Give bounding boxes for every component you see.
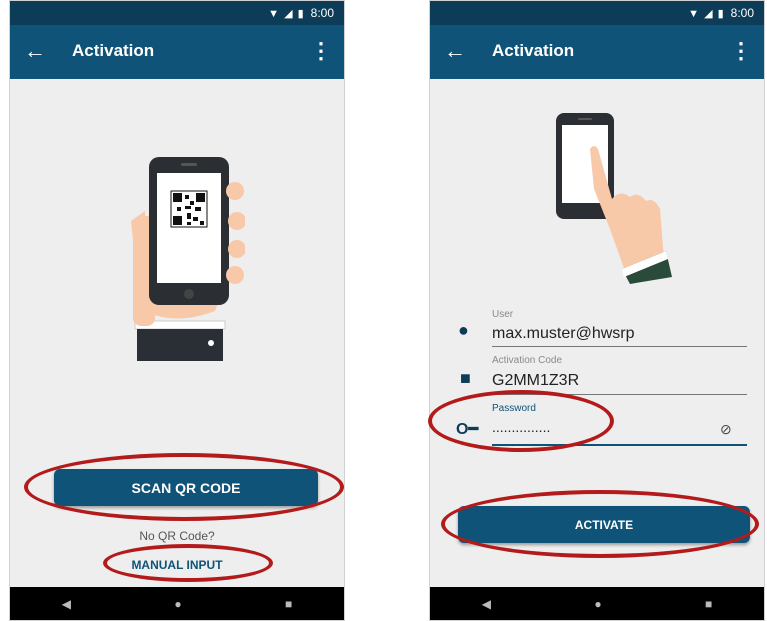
activation-code-label: Activation Code bbox=[492, 355, 563, 366]
status-bar: ▼ ◢ ▮ 8:00 bbox=[10, 1, 344, 25]
back-arrow-icon[interactable]: ← bbox=[444, 39, 466, 63]
user-underline bbox=[492, 346, 747, 347]
nav-back-icon[interactable]: ◀ bbox=[482, 597, 491, 611]
nav-recent-icon[interactable]: ■ bbox=[705, 597, 712, 611]
activation-code-field[interactable]: G2MM1Z3R bbox=[492, 372, 579, 390]
activate-button[interactable]: ACTIVATE bbox=[458, 506, 750, 543]
nav-home-icon[interactable]: ● bbox=[174, 597, 181, 611]
scan-qr-code-label: SCAN QR CODE bbox=[131, 479, 241, 496]
password-field[interactable]: ............... bbox=[492, 419, 550, 435]
page-title: Activation bbox=[72, 41, 155, 60]
scan-qr-code-button[interactable]: SCAN QR CODE bbox=[54, 469, 318, 506]
signal-icon: ▼ ◢ ▮ bbox=[268, 7, 305, 20]
phone-tap-illustration bbox=[556, 113, 672, 284]
status-bar: ▼ ◢ ▮ 8:00 bbox=[430, 1, 764, 25]
person-icon: ● bbox=[458, 320, 469, 340]
user-field[interactable]: max.muster@hwsrp bbox=[492, 325, 635, 343]
visibility-off-icon[interactable]: ⊘ bbox=[720, 421, 732, 438]
activate-label: ACTIVATE bbox=[574, 517, 634, 532]
app-bar: ← Activation ⋮ bbox=[430, 25, 764, 79]
app-bar: ← Activation ⋮ bbox=[10, 25, 344, 79]
system-nav-bar: ◀ ● ■ bbox=[10, 587, 344, 620]
password-label: Password bbox=[492, 403, 536, 414]
status-time: 8:00 bbox=[310, 6, 334, 20]
status-time: 8:00 bbox=[730, 6, 754, 20]
system-nav-bar: ◀ ● ■ bbox=[430, 587, 764, 620]
page-title: Activation bbox=[492, 41, 575, 60]
more-options-icon[interactable]: ⋮ bbox=[730, 39, 752, 63]
nav-recent-icon[interactable]: ■ bbox=[285, 597, 292, 611]
right-phone-screen: ▼ ◢ ▮ 8:00 ← Activation ⋮ ● User max.mus… bbox=[429, 0, 765, 621]
lock-icon: ■ bbox=[460, 368, 471, 388]
user-label: User bbox=[492, 309, 514, 320]
signal-icon: ▼ ◢ ▮ bbox=[688, 7, 725, 20]
no-qr-code-text: No QR Code? bbox=[139, 529, 215, 543]
phone-qr-illustration bbox=[131, 157, 245, 361]
activation-code-underline bbox=[492, 394, 747, 395]
nav-back-icon[interactable]: ◀ bbox=[62, 597, 71, 611]
key-icon: O━ bbox=[456, 421, 479, 438]
more-options-icon[interactable]: ⋮ bbox=[310, 39, 332, 63]
nav-home-icon[interactable]: ● bbox=[594, 597, 601, 611]
manual-input-link[interactable]: MANUAL INPUT bbox=[10, 558, 344, 572]
password-underline bbox=[492, 444, 747, 446]
left-phone-screen: ▼ ◢ ▮ 8:00 ← Activation ⋮ SCAN QR CODE N… bbox=[9, 0, 345, 621]
back-arrow-icon[interactable]: ← bbox=[24, 39, 46, 63]
